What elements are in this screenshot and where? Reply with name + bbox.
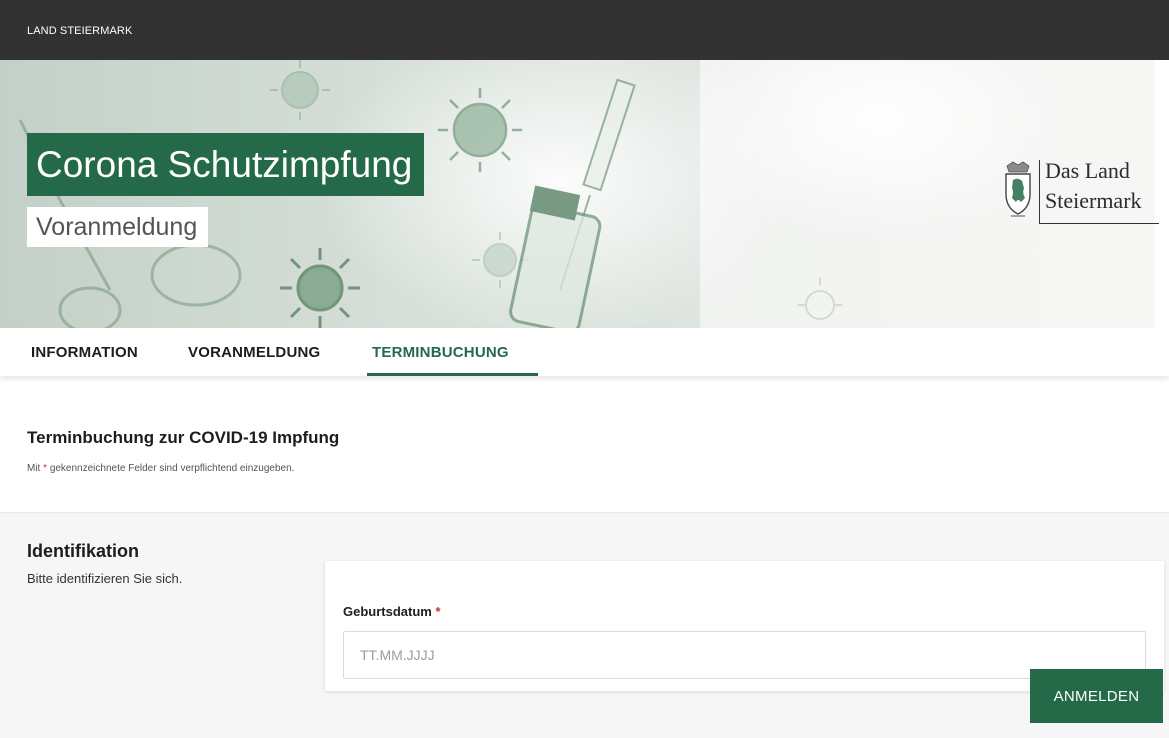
birthdate-input[interactable] [343,631,1146,679]
birthdate-label-text: Geburtsdatum [343,604,432,619]
page-heading: Terminbuchung zur COVID-19 Impfung [27,428,340,447]
anmelden-button[interactable]: ANMELDEN [1030,669,1163,723]
logo-divider [1039,160,1040,224]
required-asterisk: * [43,463,48,474]
section-title: Identifikation [27,541,139,561]
site-title[interactable]: LAND STEIERMARK [27,25,132,37]
active-tab-indicator [367,373,538,376]
logo-text-line2: Steiermark [1045,188,1142,213]
hero-subtitle: Voranmeldung [36,213,198,241]
top-bar: LAND STEIERMARK [0,0,1169,60]
hero-banner: Corona Schutzimpfung Voranmeldung Das La… [0,60,1169,328]
required-asterisk: * [435,604,441,619]
tab-voranmeldung[interactable]: VORANMELDUNG [188,344,320,361]
identification-section: Identifikation Bitte identifizieren Sie … [0,512,1169,738]
styrian-coat-of-arms-icon [1005,161,1031,217]
main-navigation: INFORMATION VORANMELDUNG TERMINBUCHUNG [0,328,1169,376]
tab-information[interactable]: INFORMATION [31,344,138,361]
section-description: Bitte identifizieren Sie sich. [27,571,183,586]
required-fields-note: Mit * gekennzeichnete Felder sind verpfl… [27,463,294,474]
note-prefix: Mit [27,463,41,474]
logo-underline [1039,223,1159,224]
hero-title-box: Corona Schutzimpfung [27,133,425,196]
logo-text-line1: Das Land [1045,158,1130,183]
hero-title: Corona Schutzimpfung [36,144,413,185]
tab-terminbuchung[interactable]: TERMINBUCHUNG [372,344,509,361]
virus-icon [280,248,360,328]
note-suffix: gekennzeichnete Felder sind verpflichten… [49,463,295,474]
hero-subtitle-box: Voranmeldung [27,207,209,247]
birthdate-label: Geburtsdatum * [343,604,441,619]
land-steiermark-logo[interactable]: Das Land Steiermark [1003,158,1159,228]
